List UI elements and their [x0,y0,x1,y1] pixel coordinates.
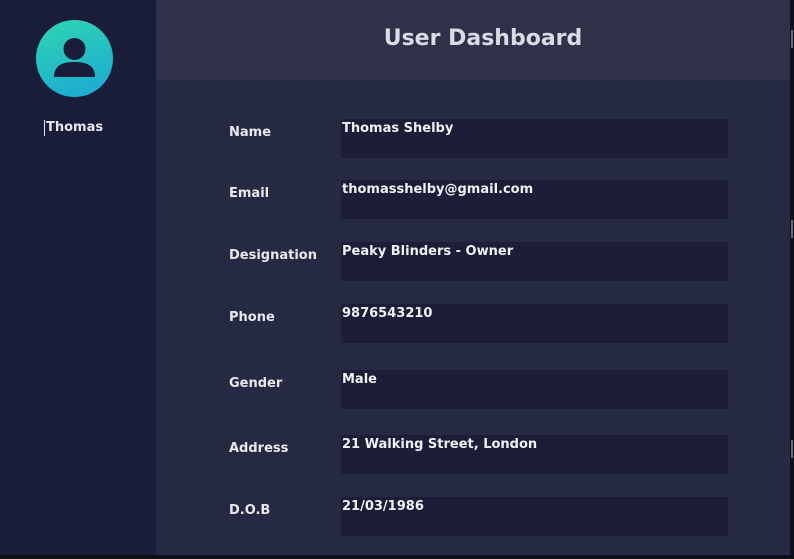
address-field[interactable]: 21 Walking Street, London [341,435,728,474]
name-label: Name [229,125,272,140]
sidebar: Thomas [0,0,156,559]
user-avatar-icon[interactable] [36,20,113,97]
dob-field[interactable]: 21/03/1986 [341,497,728,536]
dob-label: D.O.B [229,503,271,518]
edge-mark [791,440,793,458]
gender-field[interactable]: Male [341,370,728,409]
designation-field[interactable]: Peaky Blinders - Owner [341,242,728,281]
address-label: Address [229,441,289,456]
gender-label: Gender [229,376,283,391]
sidebar-user-name: Thomas [44,120,104,136]
header: User Dashboard [156,0,790,80]
email-field[interactable]: thomasshelby@gmail.com [341,180,728,219]
user-dashboard-window: Thomas User Dashboard Name Thomas Shelby… [0,0,794,559]
window-right-edge [790,0,794,559]
edge-mark [791,220,793,238]
window-bottom-edge [0,555,794,559]
edge-mark [791,30,793,48]
phone-label: Phone [229,310,275,325]
name-field[interactable]: Thomas Shelby [341,119,728,158]
phone-field[interactable]: 9876543210 [341,304,728,343]
designation-label: Designation [229,248,317,263]
email-label: Email [229,186,270,201]
page-title: User Dashboard [383,26,583,51]
